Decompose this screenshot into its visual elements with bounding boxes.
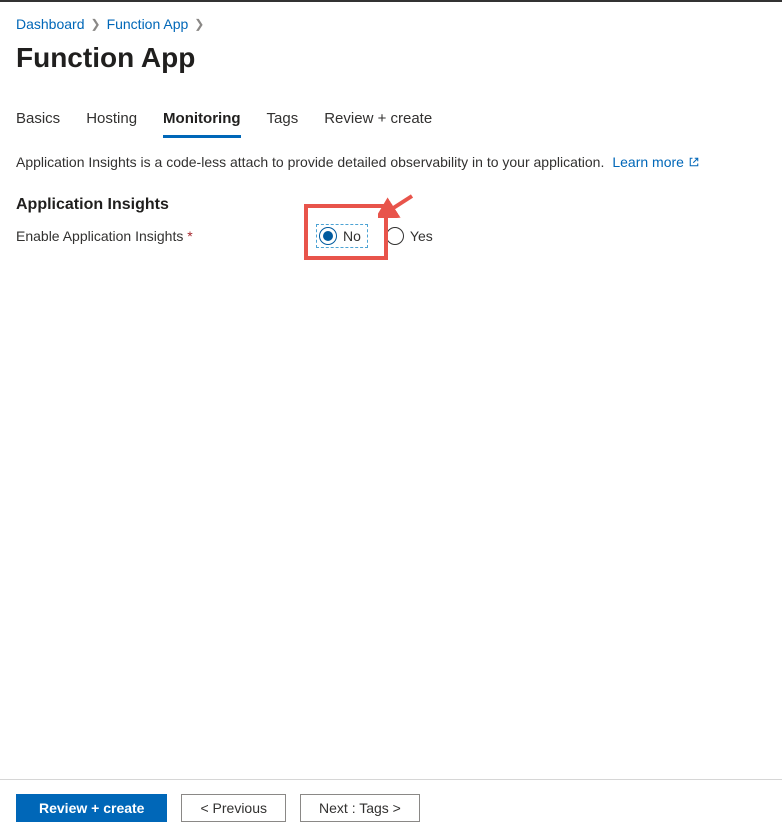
- learn-more-link[interactable]: Learn more: [612, 154, 700, 170]
- breadcrumb-dashboard[interactable]: Dashboard: [16, 16, 85, 32]
- learn-more-label: Learn more: [612, 154, 684, 170]
- radio-icon: [386, 227, 404, 245]
- chevron-right-icon: ❯: [91, 17, 101, 31]
- tab-monitoring[interactable]: Monitoring: [163, 110, 240, 138]
- tab-basics[interactable]: Basics: [16, 110, 60, 138]
- radio-icon: [319, 227, 337, 245]
- next-button[interactable]: Next : Tags >: [300, 794, 420, 822]
- page-title: Function App: [16, 42, 766, 74]
- tab-hosting[interactable]: Hosting: [86, 110, 137, 138]
- radio-option-no[interactable]: No: [316, 224, 368, 248]
- field-label-text: Enable Application Insights: [16, 228, 183, 244]
- external-link-icon: [688, 156, 700, 168]
- review-create-button[interactable]: Review + create: [16, 794, 167, 822]
- section-heading-app-insights: Application Insights: [16, 196, 766, 214]
- previous-button[interactable]: < Previous: [181, 794, 286, 822]
- tab-review-create[interactable]: Review + create: [324, 110, 432, 138]
- monitoring-description: Application Insights is a code-less atta…: [16, 154, 604, 170]
- required-asterisk: *: [187, 228, 192, 244]
- chevron-right-icon: ❯: [194, 17, 204, 31]
- footer: Review + create < Previous Next : Tags >: [0, 779, 782, 840]
- breadcrumb-function-app[interactable]: Function App: [107, 16, 189, 32]
- radio-option-yes[interactable]: Yes: [386, 227, 433, 245]
- radio-label-yes: Yes: [410, 228, 433, 244]
- radio-group-enable-app-insights: No Yes: [316, 224, 433, 248]
- field-enable-app-insights: Enable Application Insights * No Yes: [16, 224, 766, 248]
- radio-label-no: No: [343, 228, 361, 244]
- tab-tags[interactable]: Tags: [267, 110, 299, 138]
- tabs: Basics Hosting Monitoring Tags Review + …: [16, 110, 766, 138]
- breadcrumb: Dashboard ❯ Function App ❯: [16, 16, 766, 32]
